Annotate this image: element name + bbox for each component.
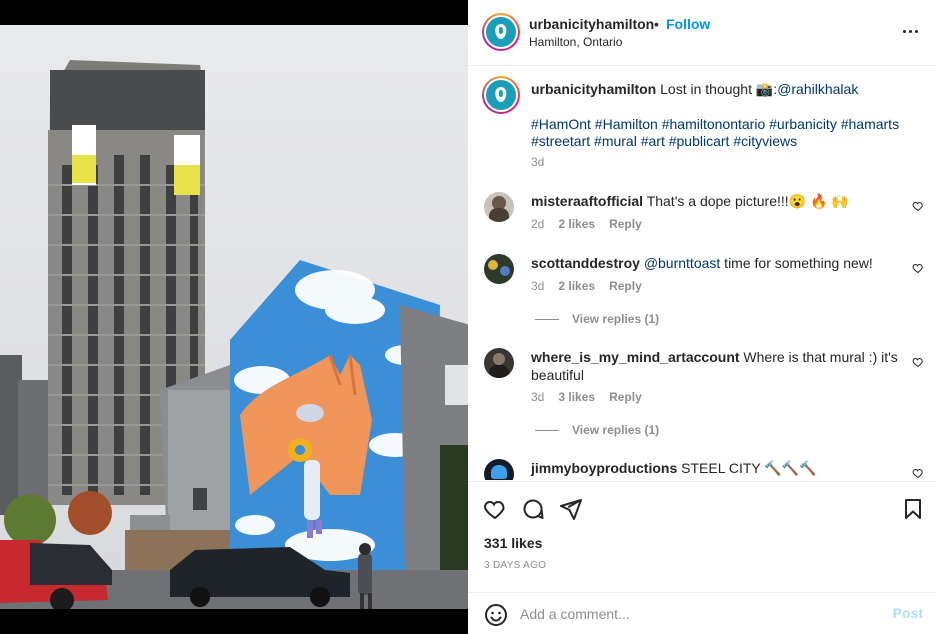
comment-time[interactable]: 3d [531, 390, 544, 404]
view-replies-button[interactable]: View replies (1) [572, 423, 659, 437]
post-photo[interactable] [0, 0, 468, 634]
comment-username[interactable]: misteraaftofficial [531, 193, 643, 209]
comments-scroll-area[interactable]: urbanicityhamilton Lost in thought 📸:@ra… [468, 67, 936, 480]
add-comment-input[interactable] [520, 604, 860, 624]
comment-username[interactable]: where_is_my_mind_artaccount [531, 349, 740, 365]
comment-username[interactable]: jimmyboyproductions [531, 460, 677, 476]
comment-text: scottanddestroy @burnttoast time for som… [531, 254, 901, 272]
comment-like-heart-icon[interactable] [912, 262, 924, 274]
follow-button[interactable]: Follow [666, 16, 710, 32]
author-avatar[interactable] [482, 13, 520, 51]
share-icon[interactable] [559, 497, 583, 521]
caption-body: Lost in thought 📸: [660, 81, 778, 97]
post-comment-button[interactable]: Post [893, 605, 923, 621]
comment-icon[interactable] [521, 497, 545, 521]
location-pin-logo-icon [486, 17, 516, 47]
commenter-avatar[interactable] [484, 348, 514, 378]
comment-likes[interactable]: 3 likes [558, 390, 595, 404]
bookmark-icon[interactable] [901, 497, 925, 521]
reply-button[interactable]: Reply [609, 390, 642, 404]
author-username[interactable]: urbanicityhamilton [529, 16, 654, 32]
comment-meta: 3d 2 likes Reply [531, 279, 642, 293]
separator-dot: • [654, 16, 659, 32]
location-pin-logo-icon [486, 80, 516, 110]
instagram-post-view: urbanicityhamilton • Follow Hamilton, On… [0, 0, 936, 634]
post-header: urbanicityhamilton • Follow Hamilton, On… [468, 0, 936, 66]
caption-hashtags-line-1[interactable]: #HamOnt #Hamilton #hamiltonontario #urba… [531, 115, 921, 133]
heart-icon[interactable] [483, 497, 507, 521]
comment-likes[interactable]: 2 likes [558, 279, 595, 293]
comment-time[interactable]: 3d [531, 279, 544, 293]
caption-text: urbanicityhamilton Lost in thought 📸:@ra… [531, 80, 921, 98]
comment-text: where_is_my_mind_artaccount Where is tha… [531, 348, 901, 384]
post-actions: 331 likes 3 DAYS AGO Post [468, 481, 936, 634]
commenter-avatar[interactable] [484, 254, 514, 284]
view-replies-button[interactable]: View replies (1) [572, 312, 659, 326]
reply-button[interactable]: Reply [609, 217, 642, 231]
comment-meta: 3d 3 likes Reply [531, 390, 642, 404]
reply-button[interactable]: Reply [609, 279, 642, 293]
comment-username[interactable]: scottanddestroy [531, 255, 640, 271]
comment-body: STEEL CITY 🔨🔨🔨 [681, 460, 817, 476]
comment-like-heart-icon[interactable] [912, 356, 924, 368]
view-replies-line [535, 430, 559, 431]
like-count[interactable]: 331 likes [484, 535, 542, 551]
comment-like-heart-icon[interactable] [912, 200, 924, 212]
comment-body: That's a dope picture!!!😮 🔥 🙌 [646, 193, 849, 209]
commenter-avatar[interactable] [484, 459, 514, 480]
post-location[interactable]: Hamilton, Ontario [529, 35, 622, 49]
more-options-icon[interactable] [903, 24, 919, 40]
caption-username[interactable]: urbanicityhamilton [531, 81, 656, 97]
caption-mention-link[interactable]: @rahilkhalak [777, 81, 858, 97]
commenter-avatar[interactable] [484, 192, 514, 222]
comment-text: misteraaftofficial That's a dope picture… [531, 192, 901, 210]
caption-time[interactable]: 3d [531, 155, 544, 169]
add-comment-bar: Post [468, 592, 936, 634]
comment-meta: 2d 2 likes Reply [531, 217, 642, 231]
comment-body: time for something new! [720, 255, 873, 271]
post-timestamp[interactable]: 3 DAYS AGO [484, 560, 546, 571]
caption-hashtags-line-2[interactable]: #streetart #mural #art #publicart #cityv… [531, 132, 921, 150]
comment-time[interactable]: 2d [531, 217, 544, 231]
comment-mention-link[interactable]: @burnttoast [644, 255, 720, 271]
view-replies-line [535, 319, 559, 320]
post-side-panel: urbanicityhamilton • Follow Hamilton, On… [468, 0, 936, 634]
emoji-icon[interactable] [484, 603, 508, 627]
comment-like-heart-icon[interactable] [912, 467, 924, 479]
mural-photo-image [0, 25, 468, 609]
comment-likes[interactable]: 2 likes [558, 217, 595, 231]
caption-author-avatar[interactable] [482, 76, 520, 114]
comment-text: jimmyboyproductions STEEL CITY 🔨🔨🔨 [531, 459, 901, 477]
